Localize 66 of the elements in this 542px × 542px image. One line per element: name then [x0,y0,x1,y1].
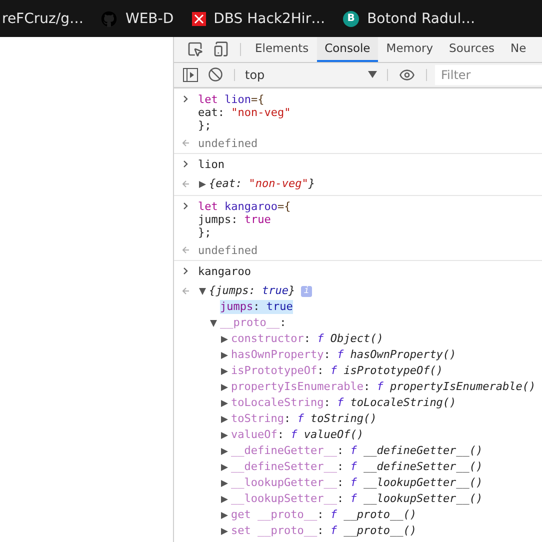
result-arrow-icon [182,139,190,147]
devtools-tab[interactable]: Memory [378,37,442,62]
context-dropdown[interactable]: top [241,62,381,87]
expand-triangle-icon[interactable] [221,400,228,406]
expand-triangle-icon[interactable] [221,352,228,358]
site-avatar-icon: B [343,10,360,26]
devtools-tab[interactable]: Elements [247,37,317,62]
expand-triangle-icon[interactable] [221,496,228,502]
filter-field[interactable]: Filter [435,64,542,85]
expand-triangle-icon[interactable] [221,464,228,470]
prompt-chevron-icon [183,267,189,275]
object-property[interactable]: __defineSetter__: f __defineSetter__() [231,460,483,474]
object-property[interactable]: {jumps: true} [209,284,296,298]
devtools-tab[interactable]: Sources [441,37,503,62]
bookmark-link[interactable]: WEB-D [125,10,174,26]
object-property[interactable]: __lookupSetter__: f __lookupSetter__() [231,492,483,506]
object-property[interactable]: __defineGetter__: f __defineGetter__() [231,444,483,458]
object-property[interactable]: toString: f toString() [231,412,377,426]
bookmark-link[interactable]: Botond Radul… [367,10,476,26]
prompt-chevron-icon [183,202,189,210]
code-line: lion [198,158,224,171]
code-line: jumps: true [198,213,272,226]
expand-triangle-icon[interactable] [199,180,206,188]
expand-triangle-icon[interactable] [221,512,228,518]
result-arrow-icon [182,287,190,295]
expand-triangle-icon[interactable] [221,432,228,438]
result-arrow-icon [182,246,190,254]
object-property[interactable]: get __proto__: f __proto__() [231,508,416,522]
code-line: }; [198,226,212,239]
bookmark-link[interactable]: DBS Hack2Hir… [214,10,326,26]
expand-triangle-icon[interactable] [221,368,228,374]
object-property[interactable]: __lookupGetter__: f __lookupGetter__() [231,476,483,490]
code-line: eat: "non-veg" [198,106,291,119]
object-property[interactable]: propertyIsEnumerable: f propertyIsEnumerable() [231,380,536,394]
code-line: let kangaroo={ [198,200,291,213]
devtools-tab[interactable]: Ne [502,37,534,62]
prompt-chevron-icon [183,160,189,168]
result-text: undefined [198,244,258,257]
object-property[interactable]: isPrototypeOf: f isPrototypeOf() [231,364,443,378]
expand-triangle-icon[interactable] [210,320,217,326]
expand-triangle-icon[interactable] [221,384,228,390]
object-property[interactable]: jumps: true [220,300,293,314]
code-line: }; [198,119,212,132]
github-icon [101,10,118,26]
result-arrow-icon [182,180,190,188]
dropdown-triangle-icon [368,71,377,78]
result-text: undefined [198,137,258,150]
object-property[interactable]: hasOwnProperty: f hasOwnProperty() [231,348,456,362]
x-mark-icon [192,12,206,26]
object-property[interactable]: __proto__: [220,316,286,330]
object-property[interactable]: toLocaleString: f toLocaleString() [231,396,456,410]
devtools-tab[interactable]: Console [316,37,378,62]
expand-triangle-icon[interactable] [199,288,206,294]
code-line: kangaroo [198,265,251,278]
expand-triangle-icon[interactable] [221,416,228,422]
object-property[interactable]: valueOf: f valueOf() [231,428,364,442]
prompt-chevron-icon [183,95,189,103]
object-property[interactable]: {eat: "non-veg"} [209,177,315,191]
expand-triangle-icon[interactable] [221,336,228,342]
code-line: let lion={ [198,93,266,106]
expand-triangle-icon[interactable] [221,480,228,486]
expand-triangle-icon[interactable] [221,528,228,534]
expand-triangle-icon[interactable] [221,448,228,454]
bookmark-link[interactable]: reFCruz/g… [2,10,84,26]
object-property[interactable]: constructor: f Object() [231,332,384,346]
object-property[interactable]: set __proto__: f __proto__() [231,524,416,538]
